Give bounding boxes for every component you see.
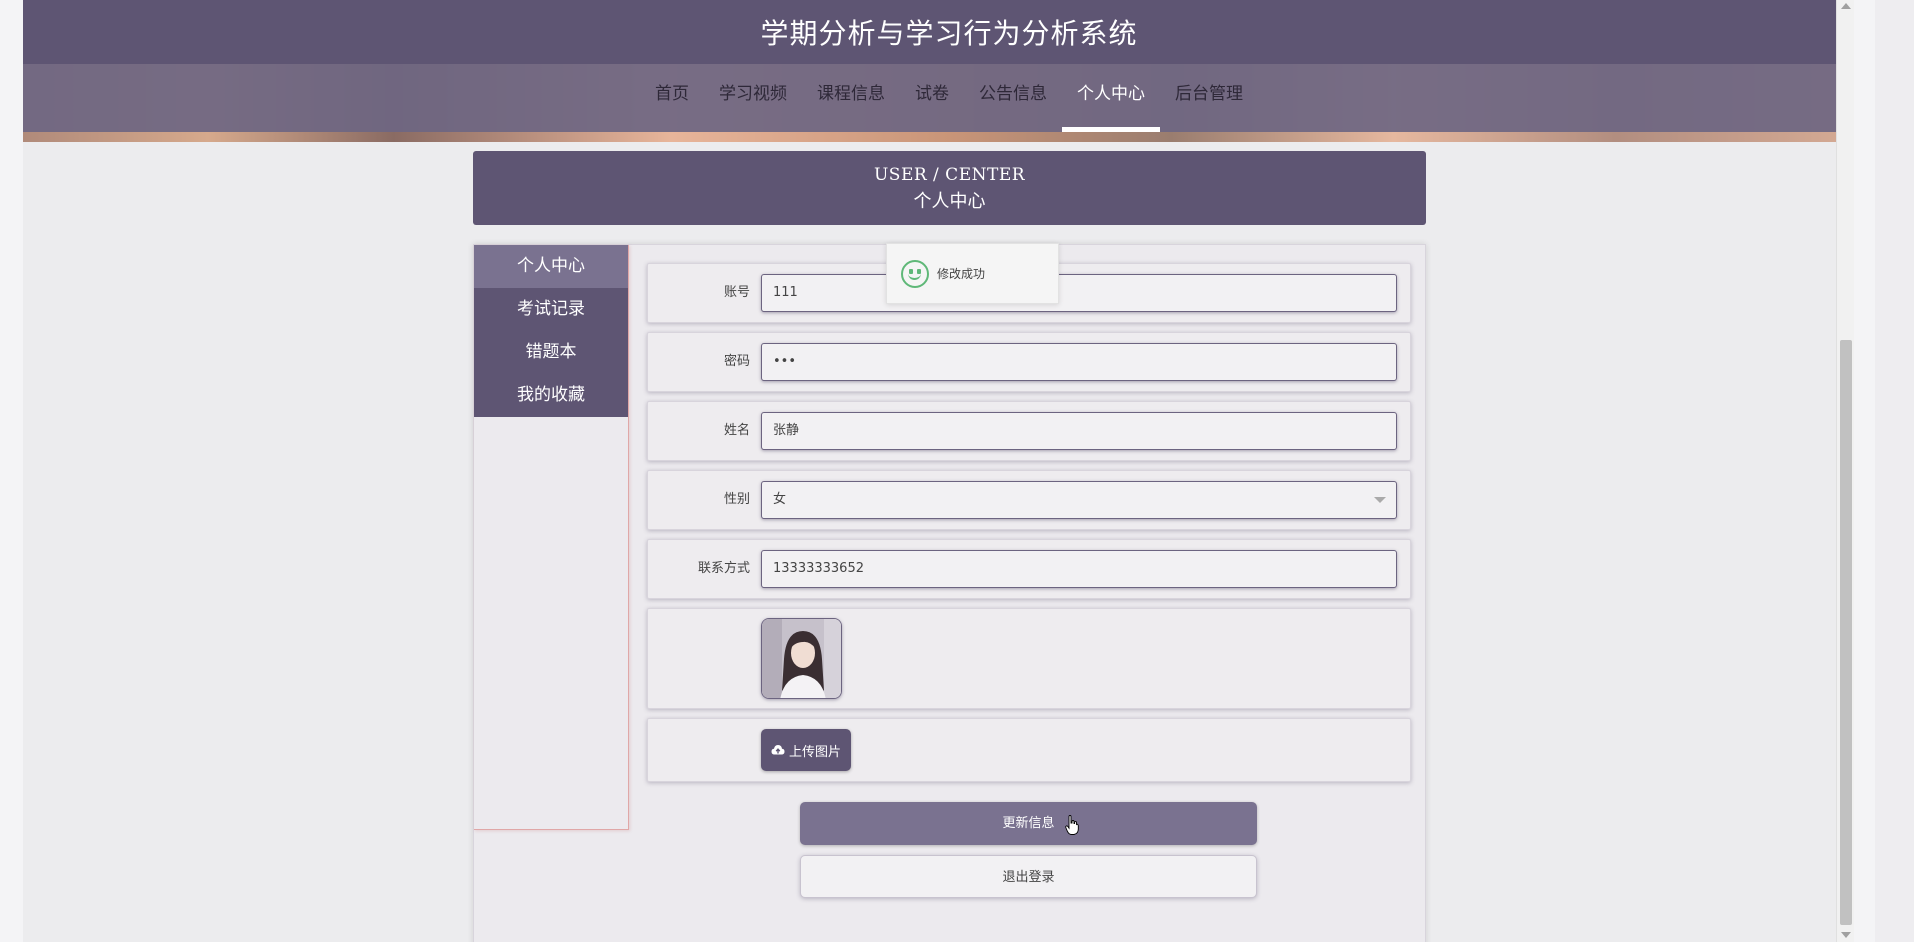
side-item-wrong-questions[interactable]: 错题本 <box>474 331 628 374</box>
side-item-user-center[interactable]: 个人中心 <box>474 245 628 288</box>
gender-label: 性别 <box>723 492 750 507</box>
browser-viewport: 学期分析与学习行为分析系统 首页 学习视频 课程信息 试卷 公告信息 个人中心 … <box>23 0 1875 942</box>
name-label: 姓名 <box>723 423 750 438</box>
nav-item-admin[interactable]: 后台管理 <box>1160 64 1258 132</box>
form-row-avatar <box>647 608 1411 709</box>
user-center-panel: 个人中心 考试记录 错题本 我的收藏 账号 111 密码 ••• 姓名 张静 性… <box>473 244 1426 942</box>
side-item-exam-records[interactable]: 考试记录 <box>474 288 628 331</box>
cloud-upload-icon <box>771 745 785 755</box>
upload-image-button[interactable]: 上传图片 <box>761 729 851 771</box>
form-row-contact: 联系方式 13333333652 <box>647 539 1411 599</box>
name-input[interactable]: 张静 <box>761 412 1397 450</box>
avatar-portrait-icon <box>762 619 841 698</box>
contact-label: 联系方式 <box>697 561 750 576</box>
form-row-password: 密码 ••• <box>647 332 1411 392</box>
account-label: 账号 <box>723 285 750 300</box>
form-row-gender: 性别 女 <box>647 470 1411 530</box>
hand-cursor-icon <box>1065 815 1079 835</box>
scrollbar-thumb[interactable] <box>1840 340 1852 925</box>
password-input[interactable]: ••• <box>761 343 1397 381</box>
right-gutter <box>1854 0 1875 942</box>
avatar <box>761 618 842 699</box>
side-menu-list: 个人中心 考试记录 错题本 我的收藏 <box>474 245 628 417</box>
form-row-upload: 上传图片 <box>647 718 1411 782</box>
site-header: 学期分析与学习行为分析系统 <box>23 0 1875 64</box>
section-title: USER / CENTER 个人中心 <box>473 151 1426 225</box>
success-toast: 修改成功 <box>886 243 1059 304</box>
nav-item-videos[interactable]: 学习视频 <box>704 64 802 132</box>
nav-item-courses[interactable]: 课程信息 <box>802 64 900 132</box>
upload-image-label: 上传图片 <box>788 744 841 760</box>
nav-item-notices[interactable]: 公告信息 <box>964 64 1062 132</box>
section-title-zh: 个人中心 <box>913 191 986 212</box>
logout-button[interactable]: 退出登录 <box>800 855 1257 898</box>
nav-item-home[interactable]: 首页 <box>640 64 704 132</box>
gender-select-value: 女 <box>773 492 787 507</box>
chevron-down-icon <box>1374 497 1386 503</box>
contact-input[interactable]: 13333333652 <box>761 550 1397 588</box>
side-menu: 个人中心 考试记录 错题本 我的收藏 <box>474 245 629 830</box>
section-title-en: USER / CENTER <box>873 165 1026 185</box>
nav-item-user-center[interactable]: 个人中心 <box>1062 64 1160 132</box>
scroll-up-icon[interactable] <box>1841 3 1851 9</box>
toast-message: 修改成功 <box>937 267 986 281</box>
password-label: 密码 <box>723 354 750 369</box>
scroll-down-icon[interactable] <box>1841 932 1851 938</box>
left-gutter <box>0 0 23 942</box>
main-nav: 首页 学习视频 课程信息 试卷 公告信息 个人中心 后台管理 <box>23 64 1875 132</box>
side-item-favorites[interactable]: 我的收藏 <box>474 374 628 417</box>
profile-form: 账号 111 密码 ••• 姓名 张静 性别 女 联系方式 1333333365… <box>647 263 1411 898</box>
update-info-button[interactable]: 更新信息 <box>800 802 1257 845</box>
page-scrollbar[interactable] <box>1836 0 1854 942</box>
gender-select[interactable]: 女 <box>761 481 1397 519</box>
form-row-name: 姓名 张静 <box>647 401 1411 461</box>
nav-item-exams[interactable]: 试卷 <box>900 64 964 132</box>
account-input[interactable]: 111 <box>761 274 1397 312</box>
smile-icon <box>901 259 929 288</box>
site-title: 学期分析与学习行为分析系统 <box>760 17 1138 50</box>
